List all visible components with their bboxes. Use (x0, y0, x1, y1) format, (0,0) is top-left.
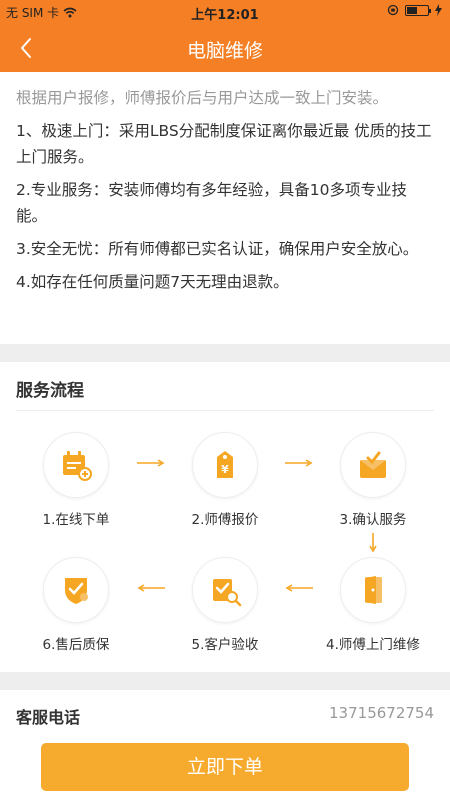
nav-bar: 电脑维修 (0, 24, 450, 72)
flow-divider (16, 410, 434, 411)
status-time: 上午12:01 (191, 8, 259, 23)
step-circle: ¥ (192, 432, 258, 498)
shield-icon (65, 578, 88, 604)
charging-bolt-icon (435, 4, 442, 16)
arrow-down-icon (369, 533, 377, 553)
flow-heading: 服务流程 (16, 381, 84, 401)
step-label: 4.师傅上门维修 (326, 637, 420, 653)
step-circle (192, 557, 258, 623)
step-circle (340, 432, 406, 498)
rotation-lock-icon (387, 4, 399, 16)
step-circle (43, 432, 109, 498)
status-bar: 无 SIM 卡 上午12:01 (0, 0, 450, 24)
intro-lead: 根据用户报修，师傅报价后与用户达成一致上门安装。 (16, 89, 389, 107)
intro-item: 3.安全无忧：所有师傅都已实名认证，确保用户安全放心。 (16, 240, 419, 258)
arrow-left-icon (137, 584, 165, 592)
step-label: 6.售后质保 (42, 637, 110, 653)
confirm-box-icon (360, 451, 386, 478)
battery-fill (407, 6, 417, 14)
flow-step-1: 1.在线下单 (21, 432, 131, 528)
step-label: 2.师傅报价 (191, 512, 259, 528)
customer-service-row[interactable]: 客服电话 13715672754 (0, 690, 450, 738)
service-flow: 服务流程 1.在线下单 ¥ 2.师傅报价 3.确认服务 4.师傅上门维修 5.客… (0, 362, 450, 672)
flow-step-2: ¥ 2.师傅报价 (170, 432, 280, 528)
service-intro: 根据用户报修，师傅报价后与用户达成一致上门安装。 1、极速上门：采用LBS分配制… (0, 72, 450, 344)
step-label: 1.在线下单 (42, 512, 110, 528)
arrow-right-icon (285, 459, 313, 467)
price-tag-icon: ¥ (217, 451, 233, 478)
step-circle (43, 557, 109, 623)
flow-step-5: 5.客户验收 (170, 557, 280, 653)
service-label: 客服电话 (16, 708, 81, 727)
inspect-icon (213, 579, 242, 607)
step-label: 3.确认服务 (339, 512, 407, 528)
intro-item: 2.专业服务：安装师傅均有多年经验，具备10多项专业技能。 (16, 181, 408, 225)
calendar-add-icon (63, 451, 92, 481)
step-circle (340, 557, 406, 623)
step-label: 5.客户验收 (191, 637, 259, 653)
page-title: 电脑维修 (186, 40, 263, 62)
status-right (387, 4, 442, 16)
intro-item: 1、极速上门：采用LBS分配制度保证离你最近最 优质的技工上门服务。 (16, 122, 432, 166)
section-divider (0, 672, 450, 690)
flow-step-6: 6.售后质保 (21, 557, 131, 653)
intro-item: 4.如存在任何质量问题7天无理由退款。 (16, 273, 289, 291)
section-divider (0, 344, 450, 362)
battery-icon (405, 4, 431, 16)
arrow-left-icon (285, 584, 313, 592)
service-phone[interactable]: 13715672754 (329, 704, 434, 722)
order-now-button[interactable]: 立即下单 (41, 743, 409, 791)
flow-step-3: 3.确认服务 (318, 432, 428, 528)
door-icon (365, 576, 382, 604)
flow-step-4: 4.师傅上门维修 (318, 557, 428, 653)
arrow-right-icon (137, 459, 165, 467)
svg-text:¥: ¥ (221, 463, 229, 476)
